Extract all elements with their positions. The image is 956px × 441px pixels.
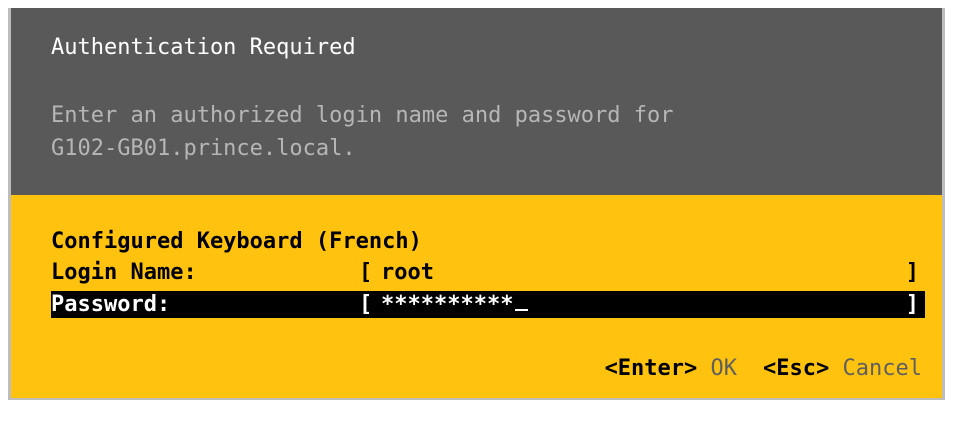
dialog-footer: <Enter> OK <Esc> Cancel [605,356,922,381]
password-open-bracket: [ [359,292,373,317]
login-open-bracket: [ [359,260,373,285]
message-line-1: Enter an authorized login name and passw… [51,103,674,128]
password-close-bracket: ] [905,292,919,317]
login-name-input[interactable]: root [381,259,434,286]
login-name-row[interactable]: Login Name: [ root ] [51,259,925,286]
login-name-label: Login Name: [51,260,197,285]
password-row[interactable]: Password: [ ********** ] [51,291,925,318]
dialog-title: Authentication Required [51,35,356,60]
esc-key-hint: <Esc> [763,356,830,381]
ok-label: OK [710,356,738,381]
text-cursor [515,309,529,311]
cancel-button[interactable]: <Esc> Cancel [763,356,922,381]
message-line-2: G102-GB01.prince.local. [51,136,356,161]
login-close-bracket: ] [905,260,919,285]
password-label: Password: [51,292,171,317]
dialog-message: Enter an authorized login name and passw… [51,99,674,165]
authentication-dialog: Authentication Required Enter an authori… [8,8,945,400]
dialog-header: Authentication Required Enter an authori… [11,8,942,195]
keyboard-layout-label: Configured Keyboard (French) [51,229,422,254]
enter-key-hint: <Enter> [604,356,698,381]
ok-button[interactable]: <Enter> OK [605,356,763,381]
password-masked-value: ********** [381,292,514,317]
password-input[interactable]: ********** [381,291,529,318]
cancel-label: Cancel [842,356,922,381]
dialog-body: Configured Keyboard (French) Login Name:… [11,195,942,398]
